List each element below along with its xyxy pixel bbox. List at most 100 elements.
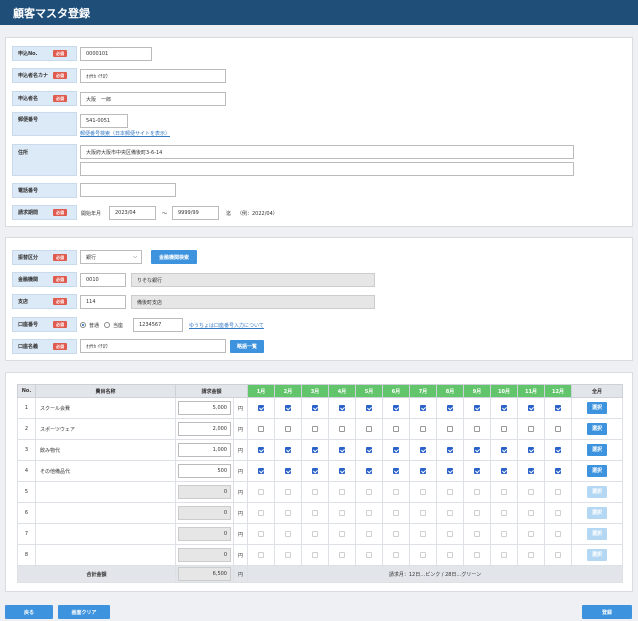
month-checkbox[interactable] [366, 425, 373, 432]
month-checkbox[interactable] [366, 404, 373, 411]
month-checkbox[interactable] [555, 425, 562, 432]
month-checkbox[interactable] [420, 446, 427, 453]
row-month-cell [382, 544, 411, 566]
select-all-months-button[interactable]: 選択 [587, 402, 608, 414]
applicant-panel: 申込No. 必須 0000101 申込者名カナ 必須 ｵｵｻｶ ｲﾁﾛｳ 申込者… [5, 37, 633, 227]
month-checkbox[interactable] [258, 425, 265, 432]
month-checkbox[interactable] [528, 467, 535, 474]
month-checkbox[interactable] [447, 425, 454, 432]
phone-input[interactable] [80, 183, 176, 197]
month-checkbox [528, 530, 535, 537]
billing-legend: 請求月：12日…ピンク / 28日…グリーン [247, 565, 624, 583]
back-button[interactable]: 戻る [5, 605, 53, 619]
row-amount-input[interactable]: 1,000 [178, 443, 231, 457]
col-month: 8月 [436, 384, 465, 398]
month-checkbox[interactable] [393, 467, 400, 474]
month-checkbox[interactable] [393, 425, 400, 432]
bank-search-button[interactable]: 金融機関検索 [151, 250, 197, 264]
month-checkbox[interactable] [312, 425, 319, 432]
col-month: 5月 [355, 384, 384, 398]
month-checkbox[interactable] [420, 404, 427, 411]
month-checkbox[interactable] [447, 404, 454, 411]
month-checkbox [312, 488, 319, 495]
holder-input[interactable]: ｵｵｻｶ ｲﾁﾛｳ [80, 339, 226, 353]
address-input[interactable]: 大阪府大阪市中央区備後町3-6-14 [80, 145, 574, 159]
period-end-input[interactable]: 9999/99 [172, 206, 219, 220]
transfer-type-select[interactable]: 銀行 ⌵ [80, 250, 142, 264]
row-item-name: スクール会費 [35, 397, 176, 419]
month-checkbox[interactable] [339, 467, 346, 474]
month-checkbox[interactable] [285, 404, 292, 411]
table-row: 1 スクール会費 5,000 円 選択 [17, 397, 624, 419]
month-checkbox[interactable] [258, 404, 265, 411]
month-checkbox[interactable] [501, 425, 508, 432]
postal-input[interactable]: 541-0051 [80, 114, 128, 128]
month-checkbox[interactable] [447, 467, 454, 474]
row-month-cell [490, 502, 519, 524]
month-checkbox[interactable] [339, 404, 346, 411]
month-checkbox[interactable] [474, 467, 481, 474]
month-checkbox[interactable] [258, 467, 265, 474]
month-checkbox[interactable] [312, 446, 319, 453]
month-checkbox[interactable] [366, 467, 373, 474]
row-amount-input[interactable]: 500 [178, 464, 231, 478]
branch-code-input[interactable]: 114 [80, 295, 126, 309]
month-checkbox[interactable] [258, 446, 265, 453]
radio-normal[interactable] [80, 322, 86, 328]
month-checkbox[interactable] [528, 446, 535, 453]
postal-search-link[interactable]: 郵便番号検索（日本郵便サイトを表示） [80, 130, 170, 137]
month-checkbox[interactable] [393, 404, 400, 411]
row-amount-input[interactable]: 5,000 [178, 401, 231, 415]
row-month-cell [436, 439, 465, 461]
row-select-cell: 選択 [571, 544, 624, 566]
month-checkbox[interactable] [420, 425, 427, 432]
month-checkbox[interactable] [555, 467, 562, 474]
abbreviation-list-button[interactable]: 略語一覧 [230, 340, 264, 353]
month-checkbox[interactable] [528, 404, 535, 411]
account-number-input[interactable]: 1234567 [133, 318, 183, 332]
month-checkbox[interactable] [420, 467, 427, 474]
institution-code-input[interactable]: 0010 [80, 273, 126, 287]
month-checkbox[interactable] [312, 467, 319, 474]
month-checkbox[interactable] [285, 467, 292, 474]
month-checkbox[interactable] [339, 425, 346, 432]
month-checkbox[interactable] [393, 446, 400, 453]
total-row: 合計金額 6,500 円請求月：12日…ピンク / 28日…グリーン [17, 565, 624, 583]
select-all-months-button[interactable]: 選択 [587, 444, 608, 456]
account-type-current[interactable]: 当座 [104, 318, 123, 332]
month-checkbox[interactable] [474, 446, 481, 453]
period-suffix: 迄 [226, 210, 232, 217]
row-month-cell [247, 481, 276, 503]
month-checkbox[interactable] [528, 425, 535, 432]
row-yen: 円 [232, 439, 249, 461]
month-checkbox[interactable] [474, 425, 481, 432]
month-checkbox[interactable] [474, 404, 481, 411]
yucho-account-link[interactable]: ゆうちょは口座番号入力について [189, 322, 264, 329]
address2-input[interactable] [80, 162, 574, 176]
period-start-input[interactable]: 2023/04 [109, 206, 156, 220]
month-checkbox[interactable] [447, 446, 454, 453]
radio-current[interactable] [104, 322, 110, 328]
month-checkbox[interactable] [555, 404, 562, 411]
applicant-no-input[interactable]: 0000101 [80, 47, 152, 61]
applicant-name-input[interactable]: 大阪 一郎 [80, 92, 226, 106]
month-checkbox[interactable] [339, 446, 346, 453]
month-checkbox[interactable] [501, 467, 508, 474]
month-checkbox[interactable] [501, 446, 508, 453]
register-button[interactable]: 登録 [582, 605, 632, 619]
month-checkbox[interactable] [501, 404, 508, 411]
clear-screen-button[interactable]: 画面クリア [58, 605, 110, 619]
month-checkbox[interactable] [312, 404, 319, 411]
select-all-months-button[interactable]: 選択 [587, 423, 608, 435]
month-checkbox[interactable] [285, 446, 292, 453]
month-checkbox[interactable] [285, 425, 292, 432]
select-all-months-button[interactable]: 選択 [587, 465, 608, 477]
month-checkbox[interactable] [555, 446, 562, 453]
applicant-kana-input[interactable]: ｵｵｻｶ ｲﾁﾛｳ [80, 69, 226, 83]
row-month-cell [463, 397, 492, 419]
month-checkbox [555, 530, 562, 537]
month-checkbox[interactable] [366, 446, 373, 453]
account-type-normal[interactable]: 普通 [80, 318, 99, 332]
row-month-cell [328, 397, 357, 419]
row-amount-input[interactable]: 2,000 [178, 422, 231, 436]
